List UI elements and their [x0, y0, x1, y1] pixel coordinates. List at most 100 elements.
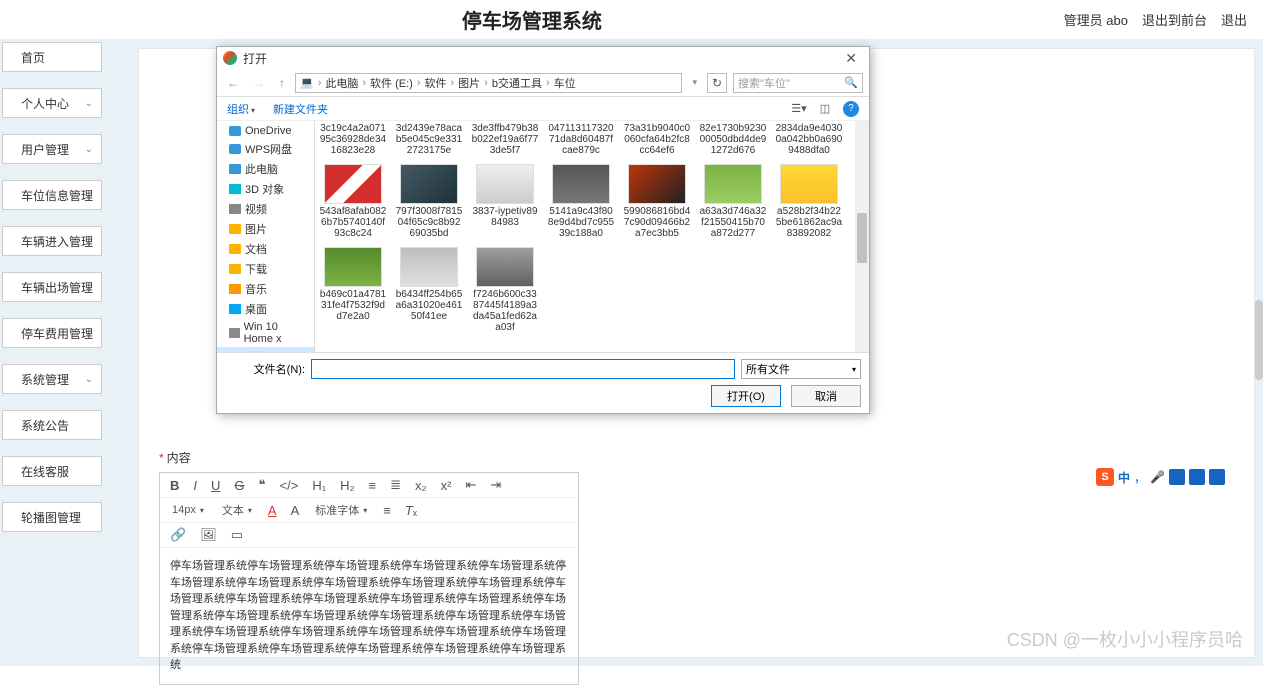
back-button[interactable]: ← [223, 76, 243, 90]
close-button[interactable]: ✕ [839, 50, 863, 67]
video-button[interactable]: ▭ [229, 527, 245, 543]
sidebar-item-7[interactable]: 系统管理⌄ [2, 364, 102, 394]
breadcrumb-seg[interactable]: 图片 [458, 75, 480, 91]
breadcrumb-seg[interactable]: 车位 [554, 75, 576, 91]
ime-lang[interactable]: 中 [1118, 469, 1130, 486]
file-item[interactable]: 3c19c4a2a07195c36928de3416823e28 [319, 121, 387, 156]
file-item[interactable]: b469c01a478131fe4f7532f9dd7e2a0 [319, 247, 387, 333]
editor-content[interactable]: 停车场管理系统停车场管理系统停车场管理系统停车场管理系统停车场管理系统停车场管理… [160, 548, 578, 684]
italic-button[interactable]: I [191, 478, 199, 493]
code-button[interactable]: </> [278, 478, 301, 493]
clear-format-button[interactable]: Tₓ [403, 503, 419, 518]
up-button[interactable]: ↑ [275, 76, 289, 90]
ime-toolbar[interactable]: S 中 ， 🎤 [1096, 468, 1225, 486]
h2-button[interactable]: H₂ [338, 478, 356, 493]
user-label[interactable]: 管理员 abo [1064, 10, 1128, 29]
scrollbar[interactable] [855, 121, 869, 352]
file-item[interactable]: 599086816bd47c90d09466b2a7ec3bb5 [623, 164, 691, 239]
file-item[interactable]: a528b2f34b225be61862ac9a83892082 [775, 164, 843, 239]
font-family-select[interactable]: 标准字体▾ [311, 502, 371, 518]
sidebar-item-0[interactable]: 首页 [2, 42, 102, 72]
font-color-button[interactable]: A [266, 503, 279, 518]
bold-button[interactable]: B [168, 478, 181, 493]
sidebar-item-9[interactable]: 在线客服 [2, 456, 102, 486]
tree-item[interactable]: OneDrive [217, 123, 314, 139]
strike-button[interactable]: G [232, 478, 246, 493]
file-item[interactable]: 04711311732071da8d60487fcae879c [547, 121, 615, 156]
organize-menu[interactable]: 组织▾ [227, 101, 255, 117]
ol-button[interactable]: ≡ [367, 478, 379, 493]
file-item[interactable]: 3837-iypetiv8984983 [471, 164, 539, 239]
file-filter-select[interactable]: 所有文件▾ [741, 359, 861, 379]
file-item[interactable]: 82e1730b923000050dbd4de91272d676 [699, 121, 767, 156]
sidebar-item-2[interactable]: 用户管理⌄ [2, 134, 102, 164]
file-item[interactable]: 797f3008f781504f65c9c8b9269035bd [395, 164, 463, 239]
file-item[interactable]: 3d2439e78acab5e045c9e3312723175e [395, 121, 463, 156]
sub-button[interactable]: x₂ [413, 478, 429, 493]
breadcrumb[interactable]: 💻›此电脑›软件 (E:)›软件›图片›b交通工具›车位 [295, 73, 682, 93]
sidebar-item-10[interactable]: 轮播图管理 [2, 502, 102, 532]
ime-keyboard-icon[interactable] [1169, 469, 1185, 485]
tree-item[interactable]: 文档 [217, 239, 314, 259]
ime-comma-icon[interactable]: ， [1134, 469, 1146, 486]
quote-button[interactable]: ❝ [257, 477, 268, 493]
link-button[interactable]: 🔗 [168, 527, 188, 543]
preview-pane-button[interactable]: ◫ [817, 101, 833, 117]
file-item[interactable]: a63a3d746a32f21550415b70a872d277 [699, 164, 767, 239]
tree-item[interactable]: 桌面 [217, 299, 314, 319]
help-button[interactable]: ? [843, 101, 859, 117]
file-item[interactable]: 3de3ffb479b38b022ef19a6f773de5f7 [471, 121, 539, 156]
sidebar-item-8[interactable]: 系统公告 [2, 410, 102, 440]
sup-button[interactable]: x² [439, 478, 454, 493]
tree-item[interactable]: 图片 [217, 219, 314, 239]
chevron-down-icon: ⌄ [85, 328, 93, 339]
bg-color-button[interactable]: A [289, 503, 302, 518]
path-dropdown[interactable]: ▾ [688, 77, 701, 88]
tree-item[interactable]: 下载 [217, 259, 314, 279]
tree-item[interactable]: WPS网盘 [217, 139, 314, 159]
h1-button[interactable]: H₁ [310, 478, 328, 493]
breadcrumb-seg[interactable]: 软件 [425, 75, 447, 91]
sidebar-item-1[interactable]: 个人中心⌄ [2, 88, 102, 118]
file-item[interactable]: 543af8afab0826b7b5740140f93c8c24 [319, 164, 387, 239]
forward-button[interactable]: → [249, 76, 269, 90]
ime-tool-icon[interactable] [1209, 469, 1225, 485]
image-button[interactable]: 🖼 [198, 527, 219, 543]
logout-link[interactable]: 退出 [1221, 10, 1247, 29]
indent-button[interactable]: ⇥ [488, 477, 503, 493]
open-button[interactable]: 打开(O) [711, 385, 781, 407]
tree-item[interactable]: 3D 对象 [217, 179, 314, 199]
page-scrollbar[interactable] [1255, 300, 1263, 380]
logout-front-link[interactable]: 退出到前台 [1142, 10, 1207, 29]
underline-button[interactable]: U [209, 478, 222, 493]
filename-input[interactable] [311, 359, 735, 379]
breadcrumb-seg[interactable]: 此电脑 [325, 75, 358, 91]
breadcrumb-seg[interactable]: 软件 (E:) [370, 75, 413, 91]
view-mode-button[interactable]: ☰▾ [791, 101, 807, 117]
file-item[interactable]: 5141a9c43f808e9d4bd7c95539c188a0 [547, 164, 615, 239]
sidebar-item-3[interactable]: 车位信息管理⌄ [2, 180, 102, 210]
file-item[interactable]: 2834da9e40300a042bb0a6909488dfa0 [775, 121, 843, 156]
tree-item[interactable]: 此电脑 [217, 159, 314, 179]
new-folder-button[interactable]: 新建文件夹 [273, 101, 328, 117]
refresh-button[interactable]: ↻ [707, 73, 727, 93]
sidebar-item-6[interactable]: 停车费用管理⌄ [2, 318, 102, 348]
tree-item[interactable]: Win 10 Home x [217, 319, 314, 347]
outdent-button[interactable]: ⇤ [463, 477, 478, 493]
sidebar-item-5[interactable]: 车辆出场管理⌄ [2, 272, 102, 302]
ul-button[interactable]: ≣ [388, 477, 403, 493]
tree-item[interactable]: 音乐 [217, 279, 314, 299]
text-type-select[interactable]: 文本▾ [218, 502, 256, 518]
align-button[interactable]: ≡ [381, 503, 393, 518]
file-item[interactable]: b6434ff254b65a6a31020e46150f41ee [395, 247, 463, 333]
file-item[interactable]: f7246b600c3387445f4189a3da45a1fed62aa03f [471, 247, 539, 333]
ime-settings-icon[interactable] [1189, 469, 1205, 485]
ime-mic-icon[interactable]: 🎤 [1150, 470, 1165, 484]
sidebar-item-4[interactable]: 车辆进入管理⌄ [2, 226, 102, 256]
file-item[interactable]: 73a31b9040c0060cfa64b2fc8cc64ef6 [623, 121, 691, 156]
breadcrumb-seg[interactable]: b交通工具 [492, 75, 542, 91]
font-size-select[interactable]: 14px▾ [168, 504, 208, 516]
search-input[interactable]: 搜索"车位"🔍 [733, 73, 863, 93]
cancel-button[interactable]: 取消 [791, 385, 861, 407]
tree-item[interactable]: 视频 [217, 199, 314, 219]
